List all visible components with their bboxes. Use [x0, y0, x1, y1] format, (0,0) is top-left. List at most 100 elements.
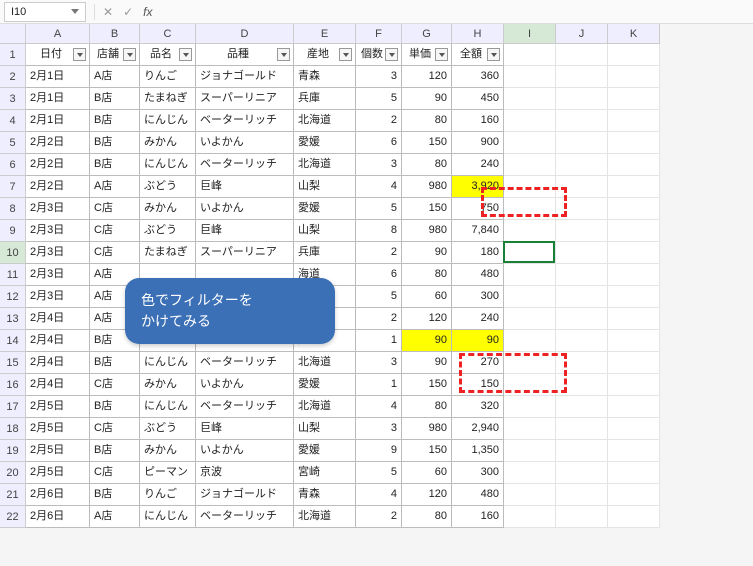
cell-empty[interactable] [608, 286, 660, 308]
check-icon[interactable]: ✓ [123, 5, 133, 19]
cell-B4[interactable]: B店 [90, 110, 140, 132]
cell-empty[interactable] [504, 374, 556, 396]
cell-empty[interactable] [556, 242, 608, 264]
cell-empty[interactable] [608, 484, 660, 506]
cell-empty[interactable] [556, 154, 608, 176]
cell-H19[interactable]: 1,350 [452, 440, 504, 462]
header-cell-C[interactable]: 品名 [140, 44, 196, 66]
cell-empty[interactable] [608, 374, 660, 396]
spreadsheet-grid[interactable]: ABCDEFGHIJK1日付店舗品名品種産地個数単価全額22月1日A店りんごジョ… [0, 24, 753, 528]
row-header-7[interactable]: 7 [0, 176, 26, 198]
col-header-H[interactable]: H [452, 24, 504, 44]
cell-H17[interactable]: 320 [452, 396, 504, 418]
cell-C5[interactable]: みかん [140, 132, 196, 154]
cell-C3[interactable]: たまねぎ [140, 88, 196, 110]
cell-F15[interactable]: 3 [356, 352, 402, 374]
cell-C15[interactable]: にんじん [140, 352, 196, 374]
chevron-down-icon[interactable] [71, 9, 79, 14]
cell-C19[interactable]: みかん [140, 440, 196, 462]
cell-B3[interactable]: B店 [90, 88, 140, 110]
cell-H6[interactable]: 240 [452, 154, 504, 176]
cell-B9[interactable]: C店 [90, 220, 140, 242]
cell-H11[interactable]: 480 [452, 264, 504, 286]
cell-B8[interactable]: C店 [90, 198, 140, 220]
cell-E19[interactable]: 愛媛 [294, 440, 356, 462]
cell-E21[interactable]: 青森 [294, 484, 356, 506]
row-header-18[interactable]: 18 [0, 418, 26, 440]
cell-F11[interactable]: 6 [356, 264, 402, 286]
cell-empty[interactable] [504, 220, 556, 242]
cell-H12[interactable]: 300 [452, 286, 504, 308]
col-header-E[interactable]: E [294, 24, 356, 44]
row-header-12[interactable]: 12 [0, 286, 26, 308]
cell-empty[interactable] [608, 66, 660, 88]
cell-empty[interactable] [556, 462, 608, 484]
cell-B19[interactable]: B店 [90, 440, 140, 462]
cell-empty[interactable] [504, 352, 556, 374]
cell-H20[interactable]: 300 [452, 462, 504, 484]
cell-A9[interactable]: 2月3日 [26, 220, 90, 242]
cell-empty[interactable] [608, 242, 660, 264]
row-header-19[interactable]: 19 [0, 440, 26, 462]
filter-button-H[interactable] [487, 48, 500, 61]
cell-A2[interactable]: 2月1日 [26, 66, 90, 88]
filter-button-G[interactable] [435, 48, 448, 61]
row-header-15[interactable]: 15 [0, 352, 26, 374]
col-header-C[interactable]: C [140, 24, 196, 44]
cell-F12[interactable]: 5 [356, 286, 402, 308]
col-header-J[interactable]: J [556, 24, 608, 44]
cell-empty[interactable] [556, 66, 608, 88]
cell-empty[interactable] [556, 418, 608, 440]
cell-A16[interactable]: 2月4日 [26, 374, 90, 396]
cell-H7[interactable]: 3,920 [452, 176, 504, 198]
filter-button-B[interactable] [123, 48, 136, 61]
fx-icon[interactable]: fx [143, 5, 152, 19]
cell-E3[interactable]: 兵庫 [294, 88, 356, 110]
cell-F7[interactable]: 4 [356, 176, 402, 198]
cell-C21[interactable]: りんご [140, 484, 196, 506]
cell-A13[interactable]: 2月4日 [26, 308, 90, 330]
cell-C4[interactable]: にんじん [140, 110, 196, 132]
cell-empty[interactable] [608, 88, 660, 110]
header-cell-E[interactable]: 産地 [294, 44, 356, 66]
cell-F19[interactable]: 9 [356, 440, 402, 462]
cell-F2[interactable]: 3 [356, 66, 402, 88]
cell-E9[interactable]: 山梨 [294, 220, 356, 242]
cell-empty[interactable] [556, 286, 608, 308]
cell-empty[interactable] [556, 308, 608, 330]
cell-G14[interactable]: 90 [402, 330, 452, 352]
cell-empty[interactable] [504, 242, 556, 264]
cell-F9[interactable]: 8 [356, 220, 402, 242]
cell-E7[interactable]: 山梨 [294, 176, 356, 198]
cell-empty[interactable] [556, 396, 608, 418]
cell-B2[interactable]: A店 [90, 66, 140, 88]
cell-G4[interactable]: 80 [402, 110, 452, 132]
cell-empty[interactable] [608, 44, 660, 66]
cell-H15[interactable]: 270 [452, 352, 504, 374]
row-header-22[interactable]: 22 [0, 506, 26, 528]
cell-empty[interactable] [556, 264, 608, 286]
cell-H21[interactable]: 480 [452, 484, 504, 506]
cell-empty[interactable] [608, 110, 660, 132]
cell-F16[interactable]: 1 [356, 374, 402, 396]
cell-C9[interactable]: ぶどう [140, 220, 196, 242]
cell-G9[interactable]: 980 [402, 220, 452, 242]
filter-button-C[interactable] [179, 48, 192, 61]
col-header-F[interactable]: F [356, 24, 402, 44]
cancel-icon[interactable]: ✕ [103, 5, 113, 19]
header-cell-H[interactable]: 全額 [452, 44, 504, 66]
cell-empty[interactable] [556, 440, 608, 462]
cell-A5[interactable]: 2月2日 [26, 132, 90, 154]
cell-empty[interactable] [608, 506, 660, 528]
cell-empty[interactable] [504, 198, 556, 220]
cell-B17[interactable]: B店 [90, 396, 140, 418]
cell-C8[interactable]: みかん [140, 198, 196, 220]
cell-empty[interactable] [608, 198, 660, 220]
cell-B21[interactable]: B店 [90, 484, 140, 506]
cell-empty[interactable] [608, 308, 660, 330]
cell-F13[interactable]: 2 [356, 308, 402, 330]
cell-empty[interactable] [556, 110, 608, 132]
cell-F3[interactable]: 5 [356, 88, 402, 110]
col-header-A[interactable]: A [26, 24, 90, 44]
cell-A6[interactable]: 2月2日 [26, 154, 90, 176]
